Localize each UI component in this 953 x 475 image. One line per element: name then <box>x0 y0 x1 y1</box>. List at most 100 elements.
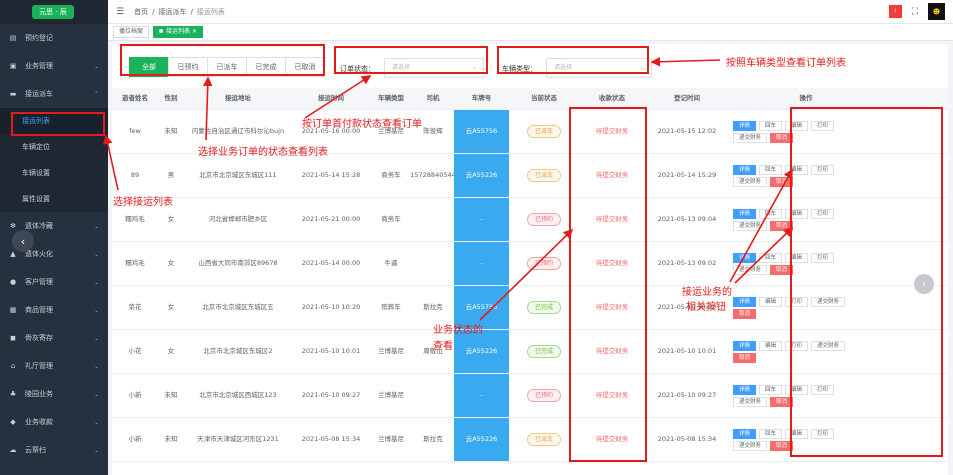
chevron-icon: ⌄ <box>93 390 99 398</box>
cell-sex: 女 <box>167 347 175 355</box>
tag-label: 接运列表 <box>166 28 191 35</box>
tags-bar: 播位档案 接运列表 × <box>108 24 953 41</box>
return-button[interactable]: 回车 <box>759 120 783 131</box>
edit-button[interactable]: 编辑 <box>759 296 783 307</box>
annotation-filter-buttons: 选择业务订单的状态查看列表 <box>198 147 328 158</box>
plate-value: 云A55756 <box>454 110 509 153</box>
column-header: 性别 <box>164 94 178 102</box>
return-button[interactable]: 回车 <box>759 384 783 395</box>
sidebar-item-0[interactable]: ▤ 预约登记 <box>0 24 108 52</box>
status-badge: 已预约 <box>526 389 561 402</box>
return-button[interactable]: 回车 <box>759 208 783 219</box>
detail-button[interactable]: 详情 <box>733 296 757 307</box>
plate-value: - <box>454 242 509 285</box>
sidebar-item-1[interactable]: ▣ 业务管理 ⌄ <box>0 52 108 80</box>
cell-pickup-time: 2021-05-21 00:00 <box>301 215 361 223</box>
hall-icon: ⌂ <box>10 362 16 370</box>
tag-transport-list[interactable]: 接运列表 × <box>153 26 203 38</box>
annotation-box-status <box>569 107 647 462</box>
column-header: 操作 <box>799 94 813 102</box>
breadcrumb-current: 接运列表 <box>196 7 225 16</box>
status-badge: 已预约 <box>526 213 561 226</box>
cell-address: 北京市北京城区东城区2 <box>203 347 273 355</box>
sidebar-item-10[interactable]: ◆ 业务收款 ⌄ <box>0 408 108 436</box>
sidebar-item-label: 骨灰寄存 <box>25 334 53 342</box>
cell-sex: 未知 <box>164 127 178 135</box>
menu-toggle-icon[interactable]: ☰ <box>116 7 124 17</box>
cancel-button[interactable]: 取消 <box>733 308 757 319</box>
cell-vehicle-type: 牛逼 <box>384 259 398 267</box>
cell-register-time: 2021-05-14 15:29 <box>657 171 717 179</box>
return-button[interactable]: 回车 <box>759 252 783 263</box>
status-badge: 已预约 <box>526 257 561 270</box>
edit-button[interactable]: 编辑 <box>759 340 783 351</box>
detail-button[interactable]: 详情 <box>733 428 757 439</box>
cloud-icon: ☁ <box>9 446 17 454</box>
tag-archive[interactable]: 播位档案 <box>113 26 150 38</box>
column-header: 车牌号 <box>471 94 492 102</box>
return-button[interactable]: 回车 <box>759 164 783 175</box>
detail-button[interactable]: 详情 <box>733 120 757 131</box>
sidebar: 元思 · 辰 ▤ 预约登记 ▣ 业务管理 ⌄ ▬ 接运派车 ⌃ 接运列表 车辆定位 车辆设置 属性设置… <box>0 0 108 475</box>
cell-pickup-time: 2021-05-10 09:27 <box>301 391 361 399</box>
sidebar-item-2[interactable]: ▬ 接运派车 ⌃ <box>0 80 108 108</box>
cancel-button[interactable]: 取消 <box>733 352 757 363</box>
sidebar-item-11[interactable]: ☁ 云祭扫 ⌄ <box>0 436 108 464</box>
detail-button[interactable]: 详情 <box>733 164 757 175</box>
column-header: 接运地址 <box>225 94 251 102</box>
submit-finance-button[interactable]: 递交财务 <box>733 440 768 451</box>
fullscreen-icon[interactable]: ⛶ <box>912 7 918 17</box>
cell-driver <box>412 198 454 241</box>
briefcase-icon: ▣ <box>9 62 17 70</box>
sidebar-item-label: 接运派车 <box>25 90 53 98</box>
sidebar-item-7[interactable]: ◼ 骨灰寄存 ⌄ <box>0 324 108 352</box>
cell-vehicle-type: 兰博基尼 <box>378 391 404 399</box>
submit-finance-button[interactable]: 递交财务 <box>733 132 768 143</box>
sidebar-item-6[interactable]: ▦ 商品管理 ⌄ <box>0 296 108 324</box>
cell-address: 天津市天津城区河东区1231 <box>197 435 279 443</box>
sidebar-item-8[interactable]: ⌂ 礼厅管理 ⌄ <box>0 352 108 380</box>
cell-sex: 未知 <box>164 435 178 443</box>
detail-button[interactable]: 详情 <box>733 384 757 395</box>
status-badge: 已完成 <box>526 301 561 314</box>
sidebar-item-label: 客户管理 <box>25 278 53 286</box>
cell-plate: 云A55226 <box>454 330 509 373</box>
logo: 元思 · 辰 <box>0 0 108 24</box>
cell-deceased-name: 糯鸡毛 <box>125 259 145 267</box>
annotation-box-filters <box>120 44 325 76</box>
cell-pickup-time: 2021-05-10 10:20 <box>301 303 361 311</box>
chevron-icon: ⌄ <box>93 222 99 230</box>
cell-register-time: 2021-05-13 09:04 <box>657 215 717 223</box>
submit-finance-button[interactable]: 递交财务 <box>733 176 768 187</box>
detail-button[interactable]: 详情 <box>733 340 757 351</box>
submenu-item-2[interactable]: 车辆设置 <box>0 160 108 186</box>
sidebar-item-9[interactable]: ♣ 陵园业务 ⌄ <box>0 380 108 408</box>
sidebar-item-label: 业务收款 <box>25 418 53 426</box>
collapse-sidebar-button[interactable]: ‹ <box>12 230 34 252</box>
money-icon: ◆ <box>10 418 16 426</box>
submit-finance-button[interactable]: 递交财务 <box>733 220 768 231</box>
return-button[interactable]: 回车 <box>759 428 783 439</box>
submit-finance-button[interactable]: 递交财务 <box>733 396 768 407</box>
detail-button[interactable]: 详情 <box>733 252 757 263</box>
plate-value: - <box>454 198 509 241</box>
cell-plate: - <box>454 242 509 285</box>
cell-address: 北京市北京城区东城区五 <box>202 303 274 311</box>
submenu-item-1[interactable]: 车辆定位 <box>0 134 108 160</box>
cell-register-time: 2021-05-10 10:01 <box>657 347 717 355</box>
detail-button[interactable]: 详情 <box>733 208 757 219</box>
breadcrumb-home[interactable]: 首页 <box>134 7 148 17</box>
cell-address: 河北省邯郸市肥乡区 <box>208 215 268 223</box>
sidebar-item-5[interactable]: ● 客户管理 ⌄ <box>0 268 108 296</box>
plate-value: - <box>454 374 509 417</box>
alert-icon[interactable]: ! <box>888 5 902 18</box>
cell-vehicle-type: 兰博基尼 <box>378 435 404 443</box>
breadcrumb-section[interactable]: 接运派车 <box>158 7 186 17</box>
avatar[interactable]: ☻ <box>928 3 945 20</box>
submenu-item-3[interactable]: 属性设置 <box>0 186 108 212</box>
chevron-icon: ⌄ <box>93 418 99 426</box>
submit-finance-button[interactable]: 递交财务 <box>733 264 768 275</box>
chevron-icon: ⌄ <box>93 306 99 314</box>
cell-driver: 15728840544 <box>410 171 456 179</box>
cell-address: 北京市北京城区西城区123 <box>199 391 277 399</box>
